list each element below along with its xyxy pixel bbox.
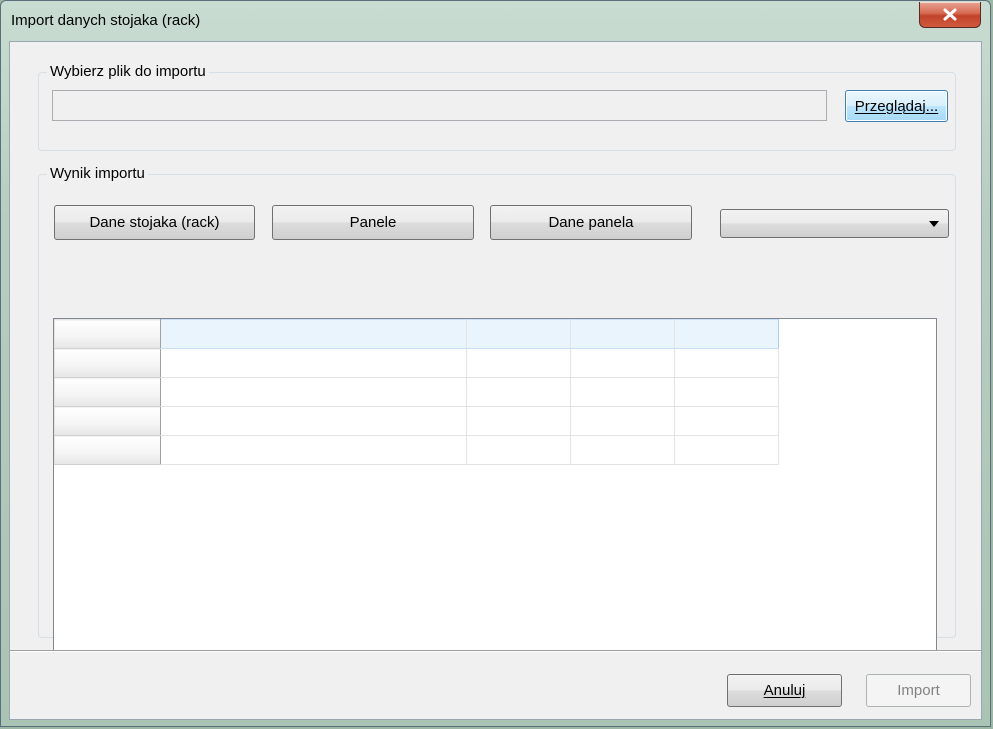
table-cell[interactable] bbox=[570, 435, 675, 465]
table-cell[interactable] bbox=[466, 348, 571, 378]
table-cell[interactable] bbox=[674, 377, 779, 407]
table-cell[interactable] bbox=[160, 406, 467, 436]
cancel-button-label: Anuluj bbox=[763, 682, 806, 699]
table-row[interactable] bbox=[54, 435, 779, 465]
browse-button-label: Przeglądaj... bbox=[854, 97, 939, 115]
file-select-group: Wybierz plik do importu Przeglądaj... bbox=[38, 63, 956, 151]
row-header[interactable] bbox=[54, 406, 161, 436]
table-cell[interactable] bbox=[570, 377, 675, 407]
file-path-input[interactable] bbox=[52, 90, 827, 121]
dialog-client-area: Wybierz plik do importu Przeglądaj... Wy… bbox=[9, 41, 982, 720]
close-button[interactable] bbox=[919, 2, 981, 28]
window-title: Import danych stojaka (rack) bbox=[11, 12, 201, 29]
table-cell[interactable] bbox=[674, 406, 779, 436]
table-cell[interactable] bbox=[570, 406, 675, 436]
table-cell[interactable] bbox=[160, 348, 467, 378]
table-cell[interactable] bbox=[466, 319, 571, 349]
table-row[interactable] bbox=[54, 406, 779, 436]
table-cell[interactable] bbox=[160, 319, 467, 349]
file-select-group-legend: Wybierz plik do importu bbox=[47, 63, 209, 80]
table-cell[interactable] bbox=[674, 319, 779, 349]
import-result-group-legend: Wynik importu bbox=[47, 165, 148, 182]
panel-data-button[interactable]: Dane panela bbox=[490, 205, 692, 240]
table-cell[interactable] bbox=[466, 377, 571, 407]
row-header[interactable] bbox=[54, 377, 161, 407]
browse-button[interactable]: Przeglądaj... bbox=[845, 90, 948, 122]
dialog-window: Import danych stojaka (rack) Wybierz pli… bbox=[0, 0, 991, 727]
row-header[interactable] bbox=[54, 435, 161, 465]
table-cell[interactable] bbox=[570, 319, 675, 349]
panels-button[interactable]: Panele bbox=[272, 205, 474, 240]
view-select-combo[interactable] bbox=[720, 209, 949, 238]
rack-data-button[interactable]: Dane stojaka (rack) bbox=[54, 205, 255, 240]
chevron-down-icon bbox=[929, 221, 939, 227]
import-button-label: Import bbox=[897, 682, 940, 699]
row-header[interactable] bbox=[54, 348, 161, 378]
row-header[interactable] bbox=[54, 319, 161, 349]
panel-data-button-label: Dane panela bbox=[548, 214, 634, 231]
table-cell[interactable] bbox=[466, 406, 571, 436]
panels-button-label: Panele bbox=[349, 214, 397, 231]
footer-separator bbox=[10, 650, 981, 652]
cancel-button[interactable]: Anuluj bbox=[727, 674, 842, 707]
close-icon bbox=[943, 8, 957, 21]
table-cell[interactable] bbox=[674, 348, 779, 378]
grid-table bbox=[54, 319, 779, 465]
table-row[interactable] bbox=[54, 348, 779, 378]
table-cell[interactable] bbox=[570, 348, 675, 378]
table-cell[interactable] bbox=[160, 435, 467, 465]
import-button[interactable]: Import bbox=[866, 674, 971, 707]
table-row[interactable] bbox=[54, 377, 779, 407]
import-data-grid[interactable] bbox=[53, 318, 937, 652]
title-bar[interactable]: Import danych stojaka (rack) bbox=[1, 1, 990, 41]
table-cell[interactable] bbox=[466, 435, 571, 465]
table-cell[interactable] bbox=[160, 377, 467, 407]
rack-data-button-label: Dane stojaka (rack) bbox=[89, 214, 220, 231]
table-cell[interactable] bbox=[674, 435, 779, 465]
table-row[interactable] bbox=[54, 319, 779, 349]
